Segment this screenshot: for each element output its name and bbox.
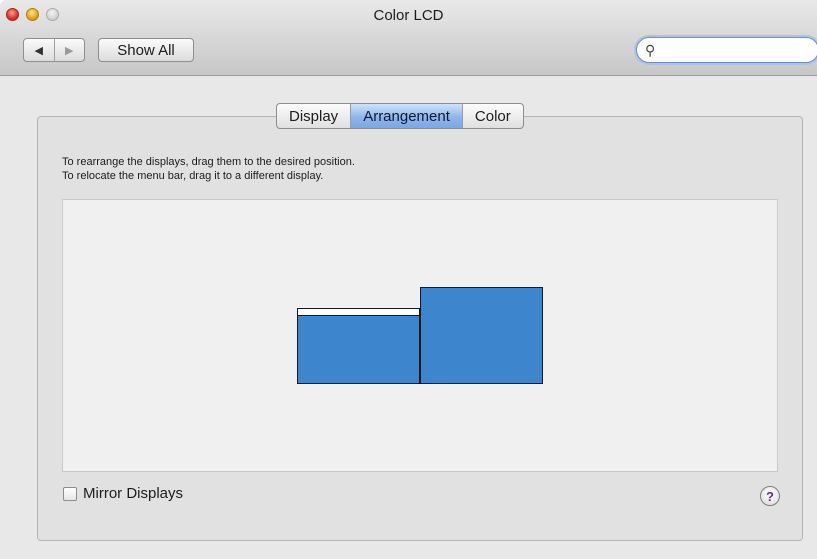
tab-display[interactable]: Display xyxy=(277,104,350,128)
menu-bar-handle[interactable] xyxy=(298,309,419,316)
instruction-line-1: To rearrange the displays, drag them to … xyxy=(62,156,355,168)
show-all-button[interactable]: Show All xyxy=(98,38,194,62)
back-arrow-icon[interactable]: ◀ xyxy=(24,39,54,61)
search-icon: ⚲ xyxy=(645,42,656,58)
display-2-thumbnail[interactable] xyxy=(420,287,543,384)
display-1-thumbnail[interactable] xyxy=(297,308,420,384)
back-forward-control: ◀ ▶ xyxy=(23,38,85,62)
instruction-line-2: To relocate the menu bar, drag it to a d… xyxy=(62,170,324,182)
forward-arrow-icon[interactable]: ▶ xyxy=(53,39,85,61)
help-button[interactable]: ? xyxy=(760,486,780,506)
window-title: Color LCD xyxy=(373,7,444,24)
window-toolbar: Color LCD ◀ ▶ Show All ⚲ xyxy=(0,0,817,76)
mirror-displays-label: Mirror Displays xyxy=(83,485,184,502)
search-input[interactable] xyxy=(661,41,806,59)
tab-arrangement[interactable]: Arrangement xyxy=(350,104,462,128)
mirror-displays-option[interactable]: Mirror Displays xyxy=(63,485,183,502)
preferences-window: Color LCD ◀ ▶ Show All ⚲ Display Arrange… xyxy=(0,0,817,559)
arrangement-instructions: To rearrange the displays, drag them to … xyxy=(62,155,355,183)
search-field[interactable]: ⚲ xyxy=(636,37,817,63)
tab-color[interactable]: Color xyxy=(461,104,523,128)
mirror-displays-checkbox[interactable] xyxy=(63,486,77,501)
tab-bar: Display Arrangement Color xyxy=(276,103,524,129)
